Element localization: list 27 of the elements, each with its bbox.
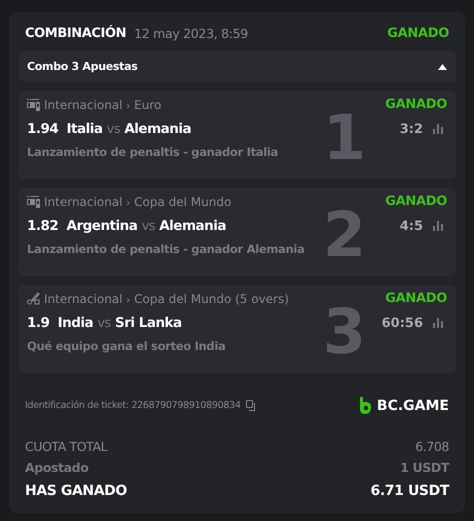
total-value: 6.71 USDT	[370, 483, 449, 499]
brand-name: BC.GAME	[376, 398, 449, 414]
match-line: 1.82 Argentina vs Alemania	[27, 218, 226, 234]
total-label: HAS GANADO	[25, 483, 127, 499]
market-text: Lanzamiento de penaltis - ganador Alemania	[27, 242, 306, 256]
status-label: GANADO	[387, 26, 449, 40]
score: 3:2	[400, 122, 423, 136]
total-label: CUOTA TOTAL	[25, 439, 108, 454]
score: 4:5	[400, 218, 423, 234]
market-text: Qué equipo gana el sorteo India	[27, 339, 226, 353]
bet-type-title: COMBINACIÓN	[25, 26, 126, 40]
total-value: 1 USDT	[400, 460, 449, 475]
score: 60:56	[382, 316, 423, 330]
match-line: 1.94 Italia vs Alemania	[27, 121, 192, 137]
total-value: 6.708	[415, 439, 449, 454]
market-text: Lanzamiento de penaltis - ganador Italia	[27, 145, 279, 159]
combo-toggle[interactable]: Combo 3 Apuestas	[18, 51, 456, 82]
match-line: 1.9 India vs Sri Lanka	[27, 315, 182, 331]
status-label: GANADO	[385, 194, 447, 209]
total-label: Apostado	[25, 460, 88, 475]
league-path: Internacional › Copa del Mundo	[44, 194, 232, 208]
bet-date: 12 may 2023, 8:59	[134, 26, 248, 40]
league-path: Internacional › Copa del Mundo (5 overs)	[44, 292, 289, 306]
status-label: GANADO	[385, 291, 447, 306]
league-path: Internacional › Euro	[44, 98, 162, 112]
status-label: GANADO	[385, 97, 447, 112]
ticket-id: Identificación de ticket: 2268790798910890834	[25, 400, 241, 411]
